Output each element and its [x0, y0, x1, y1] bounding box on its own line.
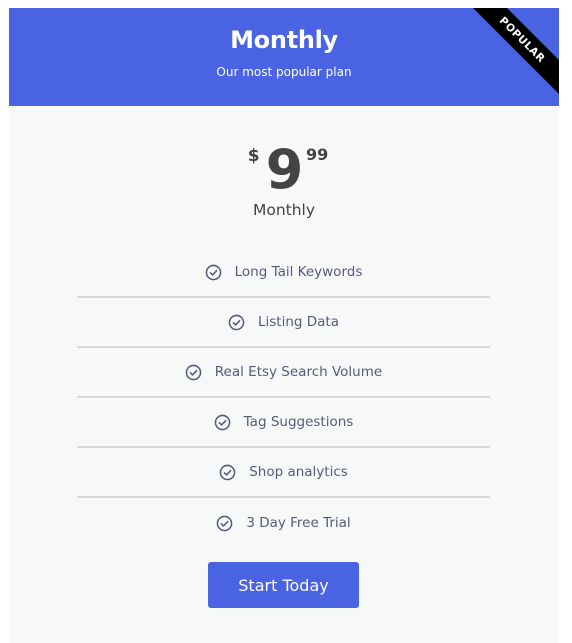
price-amount: 9 — [265, 138, 304, 201]
feature-item: Tag Suggestions — [77, 398, 490, 448]
check-circle-icon — [228, 314, 245, 330]
check-circle-icon — [219, 464, 236, 480]
plan-subtitle: Our most popular plan — [216, 65, 352, 79]
feature-item: Real Etsy Search Volume — [77, 348, 490, 398]
plan-title: Monthly — [230, 26, 338, 54]
feature-label: Real Etsy Search Volume — [214, 364, 383, 380]
feature-item: Listing Data — [77, 298, 490, 348]
feature-label: Tag Suggestions — [243, 414, 354, 430]
check-circle-icon — [205, 264, 221, 280]
check-circle-icon — [216, 515, 233, 531]
price: $ 9 99 — [9, 140, 559, 200]
feature-item: Shop analytics — [77, 448, 490, 498]
feature-label: Shop analytics — [249, 464, 348, 480]
price-currency: $ — [247, 146, 260, 166]
feature-list: Long Tail Keywords Listing Data Real Ets… — [77, 248, 490, 548]
feature-item: Long Tail Keywords — [77, 248, 490, 298]
price-cents: 99 — [306, 145, 329, 164]
feature-label: Listing Data — [258, 314, 339, 330]
start-today-button[interactable]: Start Today — [208, 562, 359, 608]
feature-label: 3 Day Free Trial — [246, 515, 351, 531]
price-period: Monthly — [252, 201, 316, 219]
feature-item: 3 Day Free Trial — [77, 498, 490, 548]
popular-ribbon: POPULAR — [460, 8, 559, 102]
check-circle-icon — [185, 364, 202, 380]
check-circle-icon — [214, 414, 230, 430]
pricing-card-header: Monthly Our most popular plan POPULAR — [9, 8, 559, 106]
feature-label: Long Tail Keywords — [234, 264, 363, 280]
pricing-card: Monthly Our most popular plan POPULAR $ … — [9, 8, 559, 643]
